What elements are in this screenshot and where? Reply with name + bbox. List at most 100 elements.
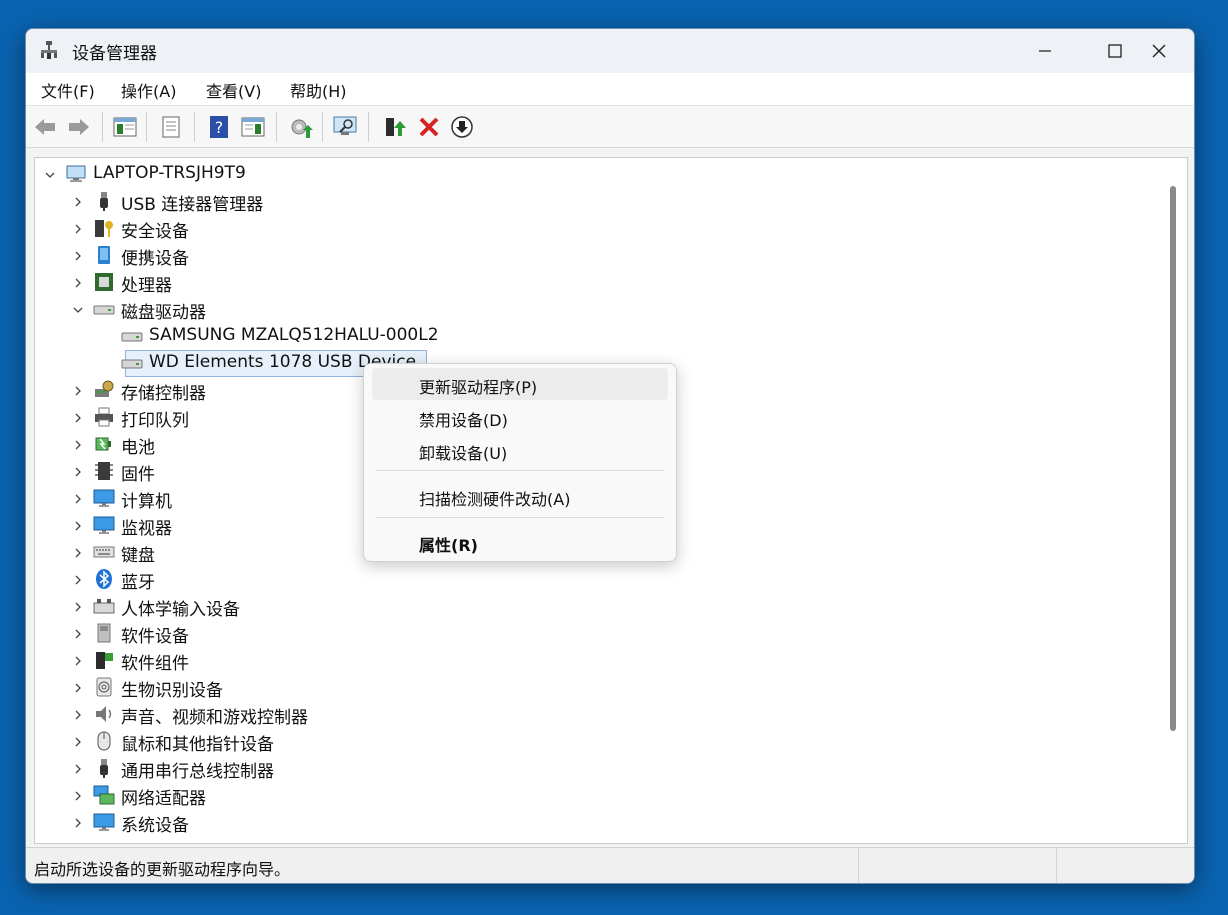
- keyboard-icon: [93, 541, 115, 563]
- chevron-right-icon[interactable]: [71, 221, 85, 235]
- disk-icon: [93, 298, 115, 320]
- tree-item-label: 软件组件: [121, 654, 189, 674]
- chevron-right-icon[interactable]: [71, 572, 85, 586]
- menu-uninstall-device[interactable]: 卸载设备(U): [372, 434, 668, 466]
- menu-disable-device[interactable]: 禁用设备(D): [372, 401, 668, 433]
- show-hide-console-tree-icon[interactable]: [112, 114, 138, 140]
- context-menu: 更新驱动程序(P) 禁用设备(D) 卸载设备(U) 扫描检测硬件改动(A) 属性…: [363, 363, 677, 562]
- properties-sheet-icon[interactable]: [158, 114, 184, 140]
- menu-file[interactable]: 文件(F): [41, 78, 95, 102]
- menu-view[interactable]: 查看(V): [206, 78, 261, 102]
- computer-icon: [65, 163, 87, 185]
- chevron-right-icon[interactable]: [71, 707, 85, 721]
- status-text: 启动所选设备的更新驱动程序向导。: [34, 860, 291, 879]
- chevron-right-icon[interactable]: [71, 410, 85, 424]
- chevron-right-icon[interactable]: [71, 518, 85, 532]
- tree-item-label: 键盘: [121, 546, 155, 566]
- scan-hardware-icon[interactable]: [332, 114, 358, 140]
- chevron-down-icon[interactable]: [71, 302, 85, 316]
- battery-icon: [93, 433, 115, 455]
- hid-icon: [93, 595, 115, 617]
- chevron-right-icon[interactable]: [71, 275, 85, 289]
- chevron-down-icon[interactable]: [43, 167, 57, 181]
- close-button[interactable]: [1124, 29, 1194, 73]
- tree-item-label: 磁盘驱动器: [121, 303, 206, 323]
- menu-properties[interactable]: 属性(R): [372, 526, 668, 558]
- chevron-right-icon[interactable]: [71, 734, 85, 748]
- toolbar: ?: [26, 106, 1194, 148]
- network-icon: [93, 784, 115, 806]
- menu-update-driver[interactable]: 更新驱动程序(P): [372, 368, 668, 400]
- tree-item-label: 蓝牙: [121, 573, 155, 593]
- help-icon[interactable]: ?: [206, 114, 232, 140]
- tree-item-label: 安全设备: [121, 222, 189, 242]
- tree-item-label: 电池: [121, 438, 155, 458]
- chevron-right-icon[interactable]: [71, 464, 85, 478]
- chevron-right-icon[interactable]: [71, 248, 85, 262]
- chevron-right-icon[interactable]: [71, 491, 85, 505]
- chevron-right-icon[interactable]: [71, 653, 85, 667]
- tree-item-label: 软件设备: [121, 627, 189, 647]
- forward-icon[interactable]: [66, 114, 92, 140]
- chevron-right-icon[interactable]: [71, 437, 85, 451]
- chevron-right-icon[interactable]: [71, 815, 85, 829]
- menu-action[interactable]: 操作(A): [121, 78, 176, 102]
- chevron-right-icon[interactable]: [71, 383, 85, 397]
- tree-item-label: USB 连接器管理器: [121, 195, 264, 215]
- tree-item-label: LAPTOP-TRSJH9T9: [93, 163, 246, 183]
- storage-icon: [93, 379, 115, 401]
- menu-help[interactable]: 帮助(H): [290, 78, 347, 102]
- chevron-right-icon[interactable]: [71, 680, 85, 694]
- component-icon: [93, 649, 115, 671]
- bluetooth-icon: [93, 568, 115, 590]
- chevron-right-icon[interactable]: [71, 599, 85, 613]
- printer-icon: [93, 406, 115, 428]
- tree-item-label: 处理器: [121, 276, 172, 296]
- monitor-icon: [93, 487, 115, 509]
- status-bar: 启动所选设备的更新驱动程序向导。: [26, 847, 1194, 883]
- usb-icon: [93, 190, 115, 212]
- minimize-icon: [1039, 50, 1051, 52]
- usb-icon: [93, 757, 115, 779]
- close-icon: [1152, 44, 1166, 58]
- enable-device-icon[interactable]: [382, 114, 408, 140]
- device-manager-icon: [38, 39, 60, 61]
- scrollbar-thumb[interactable]: [1170, 186, 1176, 731]
- tree-item-label: SAMSUNG MZALQ512HALU-000L2: [149, 325, 439, 345]
- chevron-right-icon[interactable]: [71, 194, 85, 208]
- back-icon[interactable]: [32, 114, 58, 140]
- window-title: 设备管理器: [72, 44, 157, 64]
- tree-item-label: 生物识别设备: [121, 681, 223, 701]
- biometric-icon: [93, 676, 115, 698]
- chevron-right-icon[interactable]: [71, 788, 85, 802]
- action-pane-icon[interactable]: [240, 114, 266, 140]
- tree-item-label: 鼠标和其他指针设备: [121, 735, 274, 755]
- menu-separator: [376, 517, 664, 518]
- tree-item-label: 固件: [121, 465, 155, 485]
- disable-device-icon[interactable]: [449, 114, 475, 140]
- chevron-right-icon[interactable]: [71, 626, 85, 640]
- chevron-right-icon[interactable]: [71, 545, 85, 559]
- menu-scan-hardware[interactable]: 扫描检测硬件改动(A): [372, 480, 668, 512]
- chevron-right-icon[interactable]: [71, 761, 85, 775]
- tree-item-label: 计算机: [121, 492, 172, 512]
- firmware-icon: [93, 460, 115, 482]
- update-driver-toolbar-icon[interactable]: [288, 114, 314, 140]
- vertical-scrollbar[interactable]: [1161, 157, 1188, 844]
- tree-item-label: 声音、视频和游戏控制器: [121, 708, 308, 728]
- cpu-icon: [93, 271, 115, 293]
- monitor-icon: [93, 811, 115, 833]
- software-icon: [93, 622, 115, 644]
- svg-text:?: ?: [215, 118, 224, 137]
- uninstall-device-icon[interactable]: [416, 114, 442, 140]
- maximize-icon: [1108, 44, 1122, 58]
- tree-item-label: 网络适配器: [121, 789, 206, 809]
- sound-icon: [93, 703, 115, 725]
- menu-separator: [376, 470, 664, 471]
- title-bar: 设备管理器: [26, 29, 1194, 73]
- tree-item-label: 打印队列: [121, 411, 189, 431]
- tree-item-label: 便携设备: [121, 249, 189, 269]
- minimize-button[interactable]: [1010, 29, 1080, 73]
- tree-item-label: 人体学输入设备: [121, 600, 240, 620]
- menu-bar: 文件(F) 操作(A) 查看(V) 帮助(H): [26, 73, 1194, 106]
